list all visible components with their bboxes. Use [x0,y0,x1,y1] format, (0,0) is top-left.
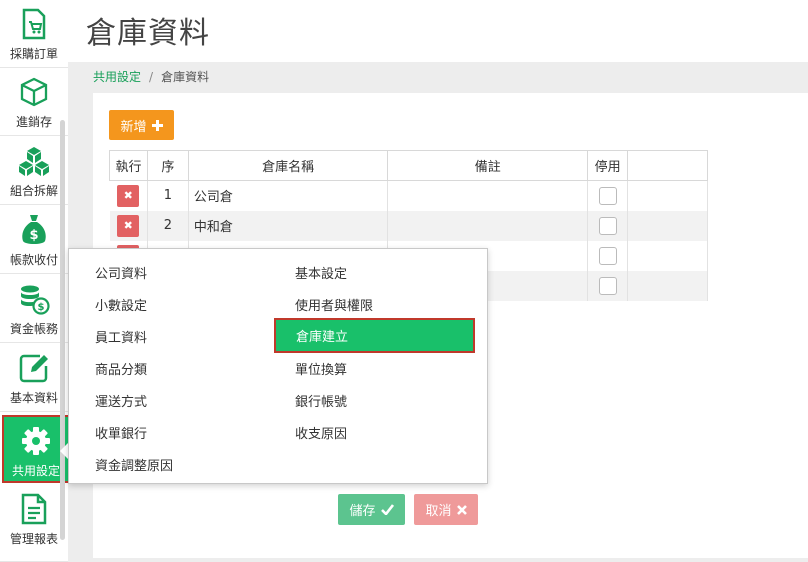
coins-database-icon: $ [14,279,54,319]
sidebar-item-assembly[interactable]: 組合拆解 [0,137,68,205]
cubes-icon [14,141,54,181]
menu-item-unit-conversion[interactable]: 單位換算 [295,359,347,378]
table-row: ✖ 2 中和倉 [109,210,708,241]
box-icon [14,72,54,112]
cancel-button[interactable]: 取消 [414,494,478,525]
money-bag-icon: $ [14,210,54,250]
sidebar-item-label: 帳款收付 [9,253,58,267]
svg-text:$: $ [38,302,45,313]
sidebar-item-label: 進銷存 [15,115,52,129]
menu-item-employee-info[interactable]: 員工資料 [95,327,147,346]
add-button-label: 新增 [120,119,147,135]
page-header: 倉庫資料 [68,0,808,62]
breadcrumb-separator: / [149,70,154,84]
row-name[interactable]: 公司倉 [188,180,389,211]
menu-item-acquiring-bank[interactable]: 收單銀行 [95,423,147,442]
close-icon [456,504,467,515]
disable-checkbox[interactable] [598,216,617,235]
breadcrumb: 共用設定 / 倉庫資料 [93,68,209,85]
add-button[interactable]: 新增 [109,110,174,140]
save-button[interactable]: 儲存 [338,494,405,525]
gear-icon [16,421,56,461]
delete-row-button[interactable]: ✖ [117,214,140,237]
menu-item-users-permissions[interactable]: 使用者與權限 [295,295,373,314]
column-header-disabled: 停用 [587,150,629,181]
menu-item-bank-account[interactable]: 銀行帳號 [295,391,347,410]
shared-settings-flyout-menu: 公司資料 小數設定 員工資料 商品分類 運送方式 收單銀行 資金調整原因 基本設… [68,248,488,484]
table-row: ✖ 1 公司倉 [109,180,708,211]
svg-text:$: $ [29,228,38,243]
menu-item-fund-adjust-reason[interactable]: 資金調整原因 [95,455,173,474]
plus-icon [151,119,163,131]
column-header-filler [627,150,708,181]
menu-item-decimal-settings[interactable]: 小數設定 [95,295,147,314]
menu-item-company-info[interactable]: 公司資料 [95,263,147,282]
sidebar-item-basic-data[interactable]: 基本資料 [0,344,68,412]
row-name[interactable]: 中和倉 [188,210,389,241]
column-header-action: 執行 [109,150,148,181]
table-header-row: 執行 序 倉庫名稱 備註 停用 [109,150,708,181]
sidebar-item-label: 組合拆解 [9,184,58,198]
row-note[interactable] [387,180,589,211]
sidebar-item-receivables[interactable]: $ 帳款收付 [0,206,68,274]
sidebar-item-label: 共用設定 [11,464,60,478]
delete-row-button[interactable]: ✖ [117,184,140,207]
sidebar-item-purchase-order[interactable]: 採購訂單 [0,0,68,68]
sidebar-item-label: 基本資料 [9,391,58,405]
page-title: 倉庫資料 [86,16,210,51]
cancel-button-label: 取消 [425,504,452,519]
menu-item-income-expense-reason[interactable]: 收支原因 [295,423,347,442]
menu-item-product-category[interactable]: 商品分類 [95,359,147,378]
column-header-name: 倉庫名稱 [187,150,389,181]
breadcrumb-parent-link[interactable]: 共用設定 [93,70,141,84]
disable-checkbox[interactable] [598,276,617,295]
row-seq: 2 [147,210,189,241]
check-icon [380,504,394,515]
purchase-order-icon [14,4,54,44]
menu-item-basic-settings[interactable]: 基本設定 [295,263,347,282]
menu-item-shipping-method[interactable]: 運送方式 [95,391,147,410]
row-note[interactable] [387,210,589,241]
sidebar-item-label: 資金帳務 [9,322,58,336]
sidebar-item-reports[interactable]: 管理報表 [0,485,68,562]
sidebar-item-finance[interactable]: $ 資金帳務 [0,275,68,343]
column-header-note: 備註 [387,150,589,181]
menu-item-warehouse-setup[interactable]: 倉庫建立 [274,318,475,353]
sidebar-scrollbar[interactable] [60,120,65,540]
sidebar-item-label: 管理報表 [9,532,58,546]
save-button-label: 儲存 [349,504,376,519]
edit-icon [14,348,54,388]
disable-checkbox[interactable] [598,246,617,265]
column-header-seq: 序 [146,150,189,181]
sidebar: 採購訂單 進銷存 組合拆解 $ 帳款收付 $ 資金帳務 基本資料 共用設定 管理… [0,0,70,562]
sidebar-item-inventory[interactable]: 進銷存 [0,68,68,136]
breadcrumb-current: 倉庫資料 [161,70,210,84]
disable-checkbox[interactable] [598,186,617,205]
sidebar-item-label: 採購訂單 [9,47,58,61]
report-icon [14,489,54,529]
row-seq: 1 [147,180,189,211]
